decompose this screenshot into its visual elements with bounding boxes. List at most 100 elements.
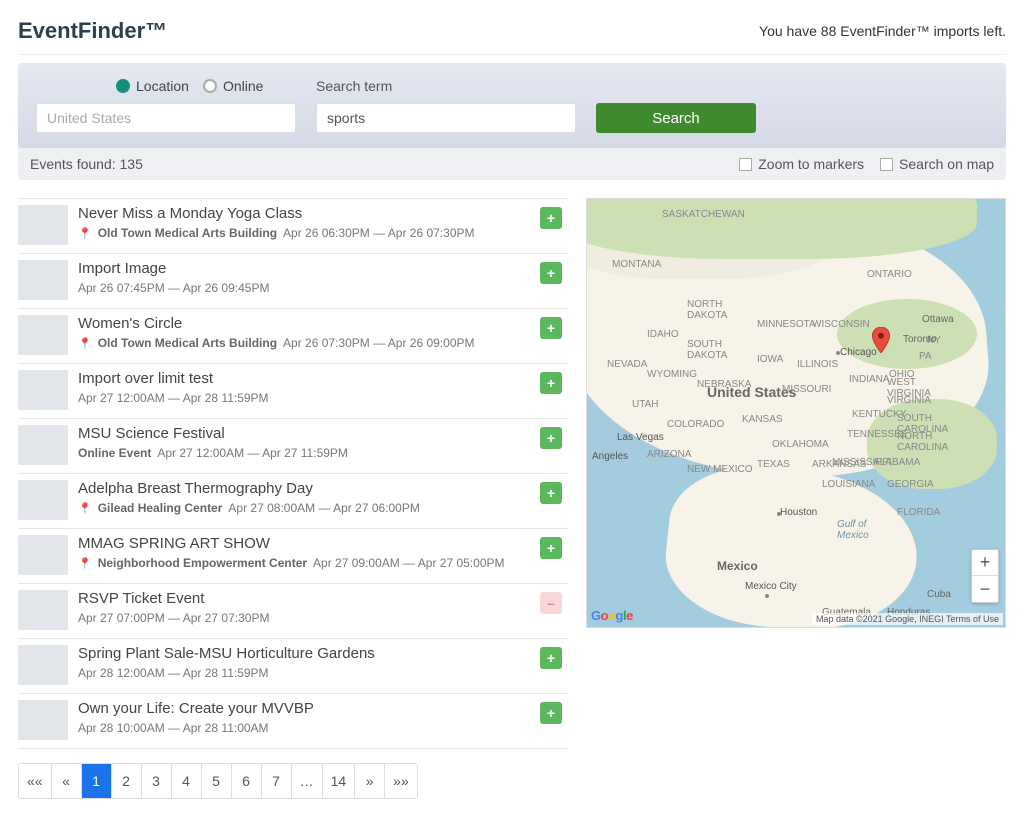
event-time: Apr 27 07:00PM — Apr 27 07:30PM — [78, 611, 269, 625]
event-title: Adelpha Breast Thermography Day — [78, 480, 562, 497]
page-««[interactable]: «« — [19, 764, 52, 798]
event-title: Women's Circle — [78, 315, 562, 332]
event-item[interactable]: Adelpha Breast Thermography Day 📍 Gilead H… — [18, 474, 568, 529]
event-title: MMAG SPRING ART SHOW — [78, 535, 562, 552]
add-event-button[interactable]: + — [540, 207, 562, 229]
search-on-map-label: Search on map — [899, 156, 994, 172]
page-»[interactable]: » — [355, 764, 385, 798]
map-marker[interactable] — [872, 327, 890, 353]
event-title: Own your Life: Create your MVVBP — [78, 700, 562, 717]
event-venue: Online Event — [78, 446, 151, 460]
event-venue: Old Town Medical Arts Building — [98, 226, 277, 240]
add-event-button[interactable]: + — [540, 372, 562, 394]
add-event-button[interactable]: + — [540, 702, 562, 724]
page-3[interactable]: 3 — [142, 764, 172, 798]
pin-icon: 📍 — [78, 227, 92, 240]
checkbox-icon — [880, 158, 893, 171]
event-item[interactable]: Never Miss a Monday Yoga Class 📍 Old Town … — [18, 198, 568, 254]
event-title: Import Image — [78, 260, 562, 277]
event-thumbnail — [18, 425, 68, 465]
map-label-mexico: Mexico — [717, 559, 758, 573]
event-thumbnail — [18, 370, 68, 410]
page-1[interactable]: 1 — [82, 764, 112, 798]
event-venue: Gilead Healing Center — [98, 501, 223, 515]
search-term-label: Search term — [316, 75, 576, 97]
event-thumbnail — [18, 700, 68, 740]
event-item[interactable]: Import over limit test Apr 27 12:00AM — A… — [18, 364, 568, 419]
event-thumbnail — [18, 590, 68, 630]
event-thumbnail — [18, 260, 68, 300]
search-term-input[interactable] — [316, 103, 576, 133]
radio-online-label: Online — [223, 78, 263, 94]
event-time: Apr 26 06:30PM — Apr 26 07:30PM — [283, 226, 474, 240]
event-list: Never Miss a Monday Yoga Class 📍 Old Town … — [18, 198, 568, 799]
add-event-button[interactable]: + — [540, 482, 562, 504]
event-title: Never Miss a Monday Yoga Class — [78, 205, 562, 222]
event-time: Apr 27 12:00AM — Apr 27 11:59PM — [157, 446, 348, 460]
pin-icon: 📍 — [78, 557, 92, 570]
map-zoom-control: + − — [971, 549, 999, 603]
search-button[interactable]: Search — [596, 103, 756, 133]
radio-dot-unchecked-icon — [203, 79, 217, 93]
page-6[interactable]: 6 — [232, 764, 262, 798]
pin-icon: 📍 — [78, 337, 92, 350]
google-logo: Google — [591, 608, 633, 623]
event-title: RSVP Ticket Event — [78, 590, 562, 607]
event-time: Apr 26 07:45PM — Apr 26 09:45PM — [78, 281, 269, 295]
event-thumbnail — [18, 535, 68, 575]
brand-title: EventFinder™ — [18, 18, 167, 44]
event-item[interactable]: MMAG SPRING ART SHOW 📍 Neighborhood Empowe… — [18, 529, 568, 584]
event-time: Apr 27 08:00AM — Apr 27 06:00PM — [228, 501, 419, 515]
event-title: MSU Science Festival — [78, 425, 562, 442]
add-event-button[interactable]: + — [540, 262, 562, 284]
event-item[interactable]: Import Image Apr 26 07:45PM — Apr 26 09:4… — [18, 254, 568, 309]
event-time: Apr 27 09:00AM — Apr 27 05:00PM — [313, 556, 504, 570]
event-item[interactable]: Spring Plant Sale-MSU Horticulture Garde… — [18, 639, 568, 694]
event-item[interactable]: MSU Science Festival Online Event Apr 27 1… — [18, 419, 568, 474]
checkbox-icon — [739, 158, 752, 171]
event-venue: Neighborhood Empowerment Center — [98, 556, 307, 570]
page-7[interactable]: 7 — [262, 764, 292, 798]
page-»»[interactable]: »» — [385, 764, 417, 798]
zoom-to-markers-checkbox[interactable]: Zoom to markers — [739, 156, 864, 172]
page-…[interactable]: … — [292, 764, 323, 798]
import-credits: You have 88 EventFinder™ imports left. — [759, 23, 1006, 39]
zoom-out-button[interactable]: − — [972, 576, 998, 602]
page-4[interactable]: 4 — [172, 764, 202, 798]
event-venue: Old Town Medical Arts Building — [98, 336, 277, 350]
radio-location[interactable]: Location — [116, 78, 189, 94]
location-input[interactable] — [36, 103, 296, 133]
radio-location-label: Location — [136, 78, 189, 94]
zoom-to-markers-label: Zoom to markers — [758, 156, 864, 172]
add-event-button[interactable]: + — [540, 537, 562, 559]
event-time: Apr 26 07:30PM — Apr 26 09:00PM — [283, 336, 474, 350]
search-panel: Location Online Search term Search — [18, 63, 1006, 149]
add-event-button[interactable]: + — [540, 647, 562, 669]
pin-icon: 📍 — [78, 502, 92, 515]
event-thumbnail — [18, 315, 68, 355]
event-item[interactable]: Own your Life: Create your MVVBP Apr 28 1… — [18, 694, 568, 749]
event-item[interactable]: Women's Circle 📍 Old Town Medical Arts Bui… — [18, 309, 568, 364]
event-title: Import over limit test — [78, 370, 562, 387]
events-found: Events found: 135 — [30, 156, 143, 172]
event-item[interactable]: RSVP Ticket Event Apr 27 07:00PM — Apr 27… — [18, 584, 568, 639]
map-attribution: Map data ©2021 Google, INEGI Terms of Us… — [812, 613, 1003, 625]
event-time: Apr 28 12:00AM — Apr 28 11:59PM — [78, 666, 269, 680]
event-time: Apr 27 12:00AM — Apr 28 11:59PM — [78, 391, 269, 405]
zoom-in-button[interactable]: + — [972, 550, 998, 576]
page-2[interactable]: 2 — [112, 764, 142, 798]
add-event-button[interactable]: + — [540, 427, 562, 449]
radio-online[interactable]: Online — [203, 78, 263, 94]
event-title: Spring Plant Sale-MSU Horticulture Garde… — [78, 645, 562, 662]
event-thumbnail — [18, 205, 68, 245]
search-on-map-checkbox[interactable]: Search on map — [880, 156, 994, 172]
page-5[interactable]: 5 — [202, 764, 232, 798]
add-event-button[interactable]: + — [540, 317, 562, 339]
event-time: Apr 28 10:00AM — Apr 28 11:00AM — [78, 721, 269, 735]
page-«[interactable]: « — [52, 764, 82, 798]
radio-dot-checked-icon — [116, 79, 130, 93]
pagination: «««1234567…14»»» — [18, 763, 418, 799]
page-14[interactable]: 14 — [323, 764, 356, 798]
map[interactable]: United States Mexico Gulf ofMexico IDAHO… — [586, 198, 1006, 628]
remove-event-button[interactable]: – — [540, 592, 562, 614]
